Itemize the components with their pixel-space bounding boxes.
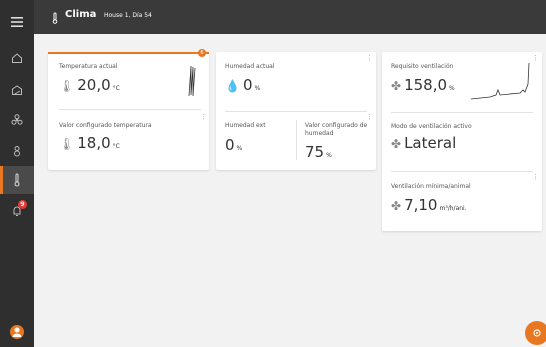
user-avatar[interactable]: [0, 318, 34, 346]
vent-mode-value: ✤ Lateral: [391, 134, 457, 152]
page-subtitle: House 1, Día 54: [104, 12, 152, 19]
page-title: Clima: [65, 9, 97, 20]
menu-icon[interactable]: [0, 8, 34, 36]
temperature-card: 6 Temperatura actual 🌡 20,0 °C ⋮ Valor con…: [48, 49, 209, 170]
divider: [391, 171, 533, 172]
fan-icon: ✤: [391, 79, 402, 93]
water-icon[interactable]: [0, 137, 34, 165]
alarm-bell-icon[interactable]: 9: [0, 197, 34, 225]
hum-actual-label: Humedad actual: [225, 63, 275, 70]
top-bar: Clima House 1, Día 54: [34, 0, 546, 34]
house-icon[interactable]: [0, 44, 34, 72]
hum-set-label: Valor configurado de humedad: [305, 122, 368, 137]
vent-req-label: Requisito ventilación: [391, 63, 454, 70]
thermometer-icon: [51, 9, 59, 28]
temp-set-value: 🌡 18,0 °C: [59, 134, 120, 152]
temp-set-label: Valor configurado temperatura: [59, 122, 152, 129]
fan-icon: ✤: [391, 199, 402, 213]
sidebar: 9: [0, 0, 34, 347]
temp-actual-value: 🌡 20,0 °C: [59, 76, 120, 94]
more-options-icon[interactable]: ⋮: [532, 55, 539, 62]
divider: [225, 111, 367, 112]
vent-mode-label: Modo de ventilación activo: [391, 123, 472, 130]
humidity-card: ⋮ Humedad actual 💧 0% ⋮ Humedad ext 0% Va…: [216, 52, 376, 170]
vertical-divider: [296, 120, 297, 160]
barn-icon[interactable]: [0, 76, 34, 104]
more-options-icon[interactable]: ⋮: [366, 55, 373, 62]
more-options-icon[interactable]: ⋮: [200, 114, 207, 121]
more-options-icon[interactable]: ⋮: [532, 174, 539, 181]
hum-ext-label: Humedad ext: [225, 122, 266, 129]
thermometer-icon: 🌡: [59, 79, 75, 93]
vent-sparkline: [470, 62, 530, 100]
hum-ext-value: 0%: [225, 136, 243, 154]
fan-icon: ✤: [391, 137, 402, 151]
vent-min-value: ✤ 7,10 m³/h/ani.: [391, 196, 467, 214]
fan-icon[interactable]: [0, 106, 34, 134]
vent-min-label: Ventilación mínima/animal: [391, 183, 471, 190]
humidity-drops-icon: 💧: [225, 79, 240, 93]
active-card-accent: [48, 52, 209, 54]
alarm-badge: 9: [18, 200, 27, 209]
temp-actual-label: Temperatura actual: [59, 63, 118, 70]
more-options-icon[interactable]: ⋮: [366, 114, 373, 121]
card-badge: 6: [198, 49, 206, 57]
ventilation-card: ⋮ Requisito ventilación ✤ 158,0% Modo de …: [382, 52, 542, 231]
thermometer-icon: 🌡: [59, 137, 75, 151]
vent-req-value: ✤ 158,0%: [391, 76, 455, 94]
thermometer-icon[interactable]: [0, 166, 34, 194]
divider: [59, 109, 201, 110]
gear-icon: [533, 329, 541, 337]
hum-set-value: 75%: [305, 143, 332, 161]
settings-fab-button[interactable]: [525, 321, 546, 345]
hum-actual-value: 💧 0%: [225, 76, 261, 94]
temp-sparkline: [188, 65, 196, 97]
divider: [391, 112, 533, 113]
